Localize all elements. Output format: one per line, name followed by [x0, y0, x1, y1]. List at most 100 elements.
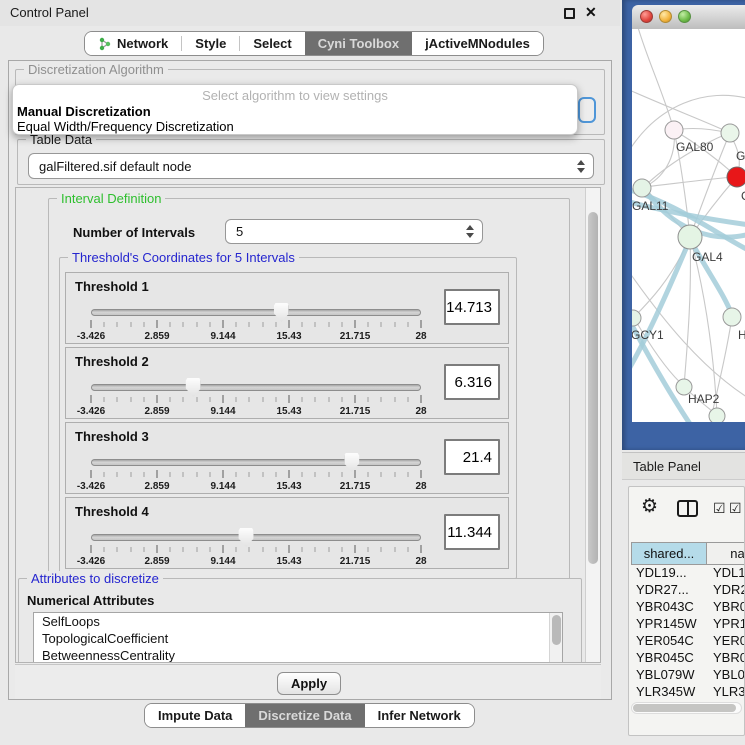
listbox-scrollbar[interactable]: [549, 613, 562, 663]
tab-discretize-data[interactable]: Discretize Data: [245, 704, 364, 727]
table-data-combobox[interactable]: galFiltered.sif default node: [28, 153, 594, 179]
threshold-slider[interactable]: -3.4262.8599.14415.4321.71528: [91, 306, 421, 342]
table-row[interactable]: YDL19...YDL1: [631, 565, 745, 582]
cell-shared-name[interactable]: YER054C: [631, 633, 707, 650]
threshold-slider[interactable]: -3.4262.8599.14415.4321.71528: [91, 456, 421, 492]
slider-ticks: [91, 395, 421, 404]
slider-track[interactable]: [91, 459, 421, 466]
apply-button[interactable]: Apply: [277, 672, 341, 695]
combobox-stepper-icon: [573, 160, 589, 173]
threshold-slider[interactable]: -3.4262.8599.14415.4321.71528: [91, 381, 421, 417]
network-edge: [644, 130, 674, 187]
network-window: GAL80GACGAL11GAL4GCY1HHAP2: [622, 0, 745, 450]
cell-shared-name[interactable]: YLR345W: [631, 684, 707, 700]
scale-label: -3.426: [77, 481, 105, 492]
cell-name[interactable]: YBR0: [707, 599, 745, 616]
slider-scale-labels: -3.4262.8599.14415.4321.71528: [91, 331, 421, 342]
list-item[interactable]: BetweennessCentrality: [34, 647, 562, 663]
network-node[interactable]: [633, 179, 651, 197]
thresholds-group: Threshold's Coordinates for 5 Intervals …: [59, 257, 517, 579]
gear-icon[interactable]: ⚙: [641, 495, 658, 517]
table-row[interactable]: YER054CYER0: [631, 633, 745, 650]
table-row[interactable]: YLR345WYLR3: [631, 684, 745, 700]
cell-shared-name[interactable]: YDR27...: [631, 582, 707, 599]
close-icon[interactable]: ✕: [585, 4, 597, 21]
table-row[interactable]: YBR043CYBR0: [631, 599, 745, 616]
threshold-value-field[interactable]: 14.713: [444, 289, 500, 325]
scale-label: 15.43: [276, 331, 301, 342]
tab-impute-data[interactable]: Impute Data: [145, 704, 245, 727]
network-node-label: C: [741, 189, 745, 203]
list-item[interactable]: TopologicalCoefficient: [34, 630, 562, 647]
close-traffic-light-icon[interactable]: [640, 10, 653, 23]
cell-shared-name[interactable]: YDL19...: [631, 565, 707, 582]
algorithm-option-manual[interactable]: Manual Discretization: [17, 104, 151, 119]
checkbox-icon[interactable]: ☑: [729, 501, 742, 517]
cell-name[interactable]: YER0: [707, 633, 745, 650]
column-header-shared-name[interactable]: shared...: [631, 542, 707, 565]
tab-infer-network[interactable]: Infer Network: [365, 704, 474, 727]
slider-track[interactable]: [91, 384, 421, 391]
table-row[interactable]: YBL079WYBL0: [631, 667, 745, 684]
network-node[interactable]: [678, 225, 702, 249]
scrollbar-thumb[interactable]: [588, 212, 598, 564]
scrollbar-thumb[interactable]: [633, 704, 736, 712]
table-horizontal-scrollbar[interactable]: [631, 702, 742, 714]
threshold-value-field[interactable]: 21.4: [444, 439, 500, 475]
cell-shared-name[interactable]: YBR045C: [631, 650, 707, 667]
network-window-titlebar[interactable]: [632, 5, 745, 29]
table-row[interactable]: YDR27...YDR2: [631, 582, 745, 599]
table-row[interactable]: YPR145WYPR1: [631, 616, 745, 633]
table-rows: YDL19...YDL1YDR27...YDR2YBR043CYBR0YPR14…: [631, 565, 745, 700]
settings-vertical-scrollbar[interactable]: [585, 188, 600, 662]
slider-track[interactable]: [91, 534, 421, 541]
scale-label: 15.43: [276, 406, 301, 417]
cell-shared-name[interactable]: YBR043C: [631, 599, 707, 616]
cell-name[interactable]: YLR3: [707, 684, 745, 700]
cell-name[interactable]: YBL0: [707, 667, 745, 684]
cell-shared-name[interactable]: YPR145W: [631, 616, 707, 633]
cell-name[interactable]: YDL1: [707, 565, 745, 582]
slider-track[interactable]: [91, 309, 421, 316]
checkbox-icon[interactable]: ☑: [713, 501, 726, 517]
tab-style[interactable]: Style: [182, 32, 239, 55]
list-item[interactable]: SelfLoops: [34, 613, 562, 630]
algorithm-combobox-arrow[interactable]: [578, 97, 596, 123]
threshold-label: Threshold 2: [75, 354, 149, 369]
zoom-traffic-light-icon[interactable]: [678, 10, 691, 23]
algorithm-option-equal-width[interactable]: Equal Width/Frequency Discretization: [17, 119, 234, 134]
network-canvas[interactable]: GAL80GACGAL11GAL4GCY1HHAP2: [632, 29, 745, 422]
network-node[interactable]: [665, 121, 683, 139]
tab-jactivemnodules[interactable]: jActiveMNodules: [412, 32, 543, 55]
threshold-panel-3: Threshold 3-3.4262.8599.14415.4321.71528…: [65, 422, 509, 494]
threshold-slider[interactable]: -3.4262.8599.14415.4321.71528: [91, 531, 421, 567]
column-header-name[interactable]: na: [707, 542, 745, 565]
tab-cyni-toolbox[interactable]: Cyni Toolbox: [305, 32, 412, 55]
scale-label: 21.715: [340, 331, 371, 342]
network-node[interactable]: [721, 124, 739, 142]
table-data-group: Table Data galFiltered.sif default node: [17, 139, 605, 185]
scale-label: 2.859: [144, 556, 169, 567]
threshold-value-field[interactable]: 11.344: [444, 514, 500, 550]
cell-name[interactable]: YPR1: [707, 616, 745, 633]
group-title: Interval Definition: [57, 191, 165, 206]
attributes-listbox[interactable]: SelfLoopsTopologicalCoefficientBetweenne…: [33, 612, 563, 663]
cell-name[interactable]: YBR0: [707, 650, 745, 667]
scale-label: 15.43: [276, 481, 301, 492]
table-row[interactable]: YBR045CYBR0: [631, 650, 745, 667]
threshold-value-field[interactable]: 6.316: [444, 364, 500, 400]
num-intervals-combobox[interactable]: 5: [225, 219, 483, 244]
cell-name[interactable]: YDR2: [707, 582, 745, 599]
cell-shared-name[interactable]: YBL079W: [631, 667, 707, 684]
tab-select[interactable]: Select: [240, 32, 304, 55]
float-icon[interactable]: [564, 8, 575, 19]
network-node[interactable]: [727, 167, 745, 187]
table-panel-titlebar: Table Panel: [622, 452, 745, 480]
threshold-panel-4: Threshold 4-3.4262.8599.14415.4321.71528…: [65, 497, 509, 569]
network-node[interactable]: [709, 408, 725, 422]
network-node[interactable]: [723, 308, 741, 326]
tab-network[interactable]: Network: [85, 32, 181, 55]
split-pane-icon[interactable]: [677, 500, 698, 517]
minimize-traffic-light-icon[interactable]: [659, 10, 672, 23]
network-node[interactable]: [632, 310, 641, 326]
